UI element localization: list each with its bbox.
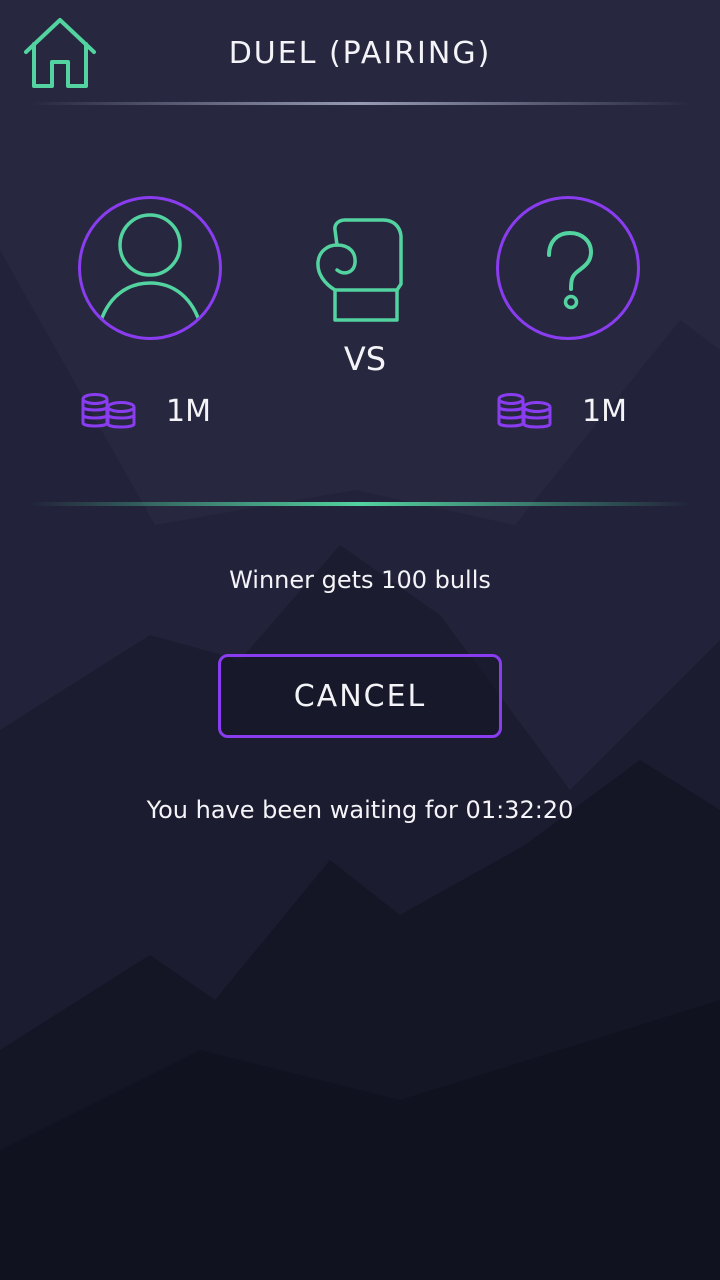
opponent-avatar: [496, 196, 640, 340]
player-coins-icon: [80, 392, 138, 432]
opponent-stake: 1M: [582, 394, 627, 429]
prize-text: Winner gets 100 bulls: [229, 566, 491, 594]
header-divider: [30, 102, 690, 105]
versus-glove: [315, 218, 405, 324]
player-avatar: [78, 196, 222, 340]
section-divider: [30, 502, 690, 506]
player-stake: 1M: [166, 394, 211, 429]
opponent-coins-icon: [496, 392, 554, 432]
coins-icon: [497, 393, 552, 429]
boxing-glove-icon: [316, 218, 403, 322]
versus-label: VS: [343, 340, 387, 378]
question-icon: [547, 230, 594, 310]
waiting-timer-text: You have been waiting for 01:32:20: [146, 796, 574, 824]
user-icon: [97, 213, 203, 329]
page-title: DUEL (PAIRING): [228, 36, 492, 71]
mountain-background: [0, 0, 720, 1280]
coins-icon: [81, 393, 136, 429]
cancel-button[interactable]: CANCEL: [218, 654, 502, 738]
